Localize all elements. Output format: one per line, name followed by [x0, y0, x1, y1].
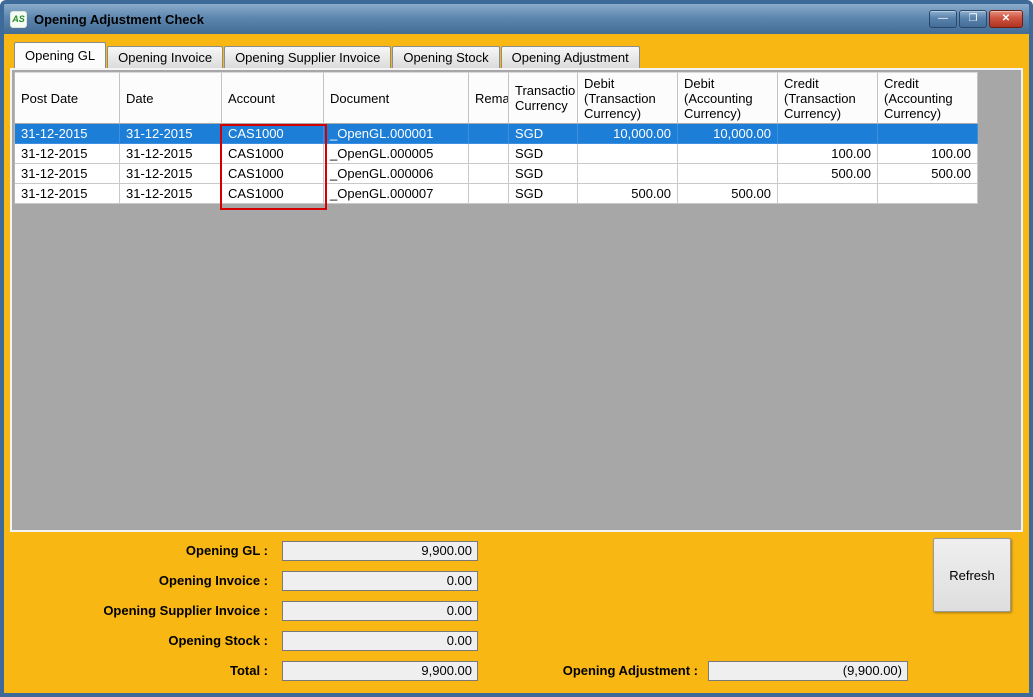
table-cell	[878, 124, 978, 144]
column-header[interactable]: Rema	[469, 72, 509, 124]
table-cell: 500.00	[878, 164, 978, 184]
maximize-icon[interactable]: ❐	[959, 10, 987, 28]
summary-label: Opening Supplier Invoice :	[103, 603, 268, 618]
table-cell	[678, 164, 778, 184]
data-grid: Post Date Date Account Document Rema Transact…	[14, 72, 978, 204]
summary-field[interactable]: 0.00	[282, 601, 478, 621]
table-cell: 10,000.00	[678, 124, 778, 144]
table-cell: CAS1000	[222, 184, 324, 204]
column-header[interactable]: Account	[222, 72, 324, 124]
table-row[interactable]: 31-12-2015 31-12-2015 CAS1000 _OpenGL.00000…	[15, 184, 978, 204]
app-window: AS Opening Adjustment Check — ❐ ✕ Openin…	[0, 0, 1033, 697]
column-header[interactable]: Date	[120, 72, 222, 124]
table-row[interactable]: 31-12-2015 31-12-2015 CAS1000 _OpenGL.00000…	[15, 164, 978, 184]
column-header[interactable]: Credit (Transaction Currency)	[778, 72, 878, 124]
table-cell: 500.00	[578, 184, 678, 204]
summary-field[interactable]: 0.00	[282, 631, 478, 651]
tab-opening-stock[interactable]: Opening Stock	[392, 46, 500, 68]
tab-opening-invoice[interactable]: Opening Invoice	[107, 46, 224, 68]
table-cell: 31-12-2015	[15, 164, 120, 184]
grid-body: 31-12-2015 31-12-2015 CAS1000 _OpenGL.00000…	[15, 124, 978, 204]
table-cell: 10,000.00	[578, 124, 678, 144]
summary-label: Opening Stock :	[168, 633, 268, 648]
table-cell	[778, 124, 878, 144]
table-cell: 100.00	[778, 144, 878, 164]
table-cell: 500.00	[778, 164, 878, 184]
opening-adjustment-field[interactable]: (9,900.00)	[708, 661, 908, 681]
table-cell: 31-12-2015	[120, 184, 222, 204]
table-cell	[778, 184, 878, 204]
column-header[interactable]: Credit (Accounting Currency)	[878, 72, 978, 124]
table-cell: 500.00	[678, 184, 778, 204]
table-cell: 31-12-2015	[120, 124, 222, 144]
summary-field[interactable]: 0.00	[282, 571, 478, 591]
tab-opening-gl[interactable]: Opening GL	[14, 42, 107, 68]
table-cell	[678, 144, 778, 164]
tab-opening-adjustment[interactable]: Opening Adjustment	[500, 46, 640, 68]
table-cell: SGD	[509, 184, 578, 204]
opening-adjustment-label: Opening Adjustment :	[562, 663, 698, 678]
titlebar[interactable]: AS Opening Adjustment Check — ❐ ✕	[4, 4, 1029, 34]
table-cell	[578, 164, 678, 184]
grid-header: Post Date Date Account Document Rema Transact…	[15, 72, 978, 124]
table-cell: 31-12-2015	[120, 144, 222, 164]
column-header[interactable]: Post Date	[15, 72, 120, 124]
table-cell: _OpenGL.000006	[324, 164, 469, 184]
table-cell: SGD	[509, 124, 578, 144]
table-cell	[469, 184, 509, 204]
window-controls: — ❐ ✕	[927, 10, 1023, 28]
refresh-button[interactable]: Refresh	[933, 538, 1011, 612]
table-cell	[469, 164, 509, 184]
table-cell: SGD	[509, 144, 578, 164]
table-cell	[469, 124, 509, 144]
column-header[interactable]: Debit (Transaction Currency)	[578, 72, 678, 124]
summary-section: Opening GL : 9,900.00 Opening Invoice : 0.0…	[4, 532, 1029, 691]
summary-field[interactable]: 9,900.00	[282, 541, 478, 561]
table-cell: 31-12-2015	[15, 124, 120, 144]
column-header[interactable]: Document	[324, 72, 469, 124]
close-icon[interactable]: ✕	[989, 10, 1023, 28]
table-cell	[469, 144, 509, 164]
table-cell	[578, 144, 678, 164]
table-cell: _OpenGL.000007	[324, 184, 469, 204]
summary-label: Opening Invoice :	[158, 573, 268, 588]
minimize-icon[interactable]: —	[929, 10, 957, 28]
table-cell: _OpenGL.000001	[324, 124, 469, 144]
column-header[interactable]: Transactio Currency	[509, 72, 578, 124]
table-row[interactable]: 31-12-2015 31-12-2015 CAS1000 _OpenGL.00000…	[15, 124, 978, 144]
tab-strip: Opening GL Opening Invoice Opening Supplie…	[14, 42, 1029, 68]
tab-opening-supplier-invoice[interactable]: Opening Supplier Invoice	[224, 46, 392, 68]
column-header[interactable]: Debit (Accounting Currency)	[678, 72, 778, 124]
table-cell: CAS1000	[222, 144, 324, 164]
table-cell: 100.00	[878, 144, 978, 164]
table-row[interactable]: 31-12-2015 31-12-2015 CAS1000 _OpenGL.00000…	[15, 144, 978, 164]
table-cell: 31-12-2015	[15, 144, 120, 164]
summary-label: Opening GL :	[185, 543, 268, 558]
table-cell: 31-12-2015	[120, 164, 222, 184]
table-panel: Post Date Date Account Document Rema Transact…	[10, 68, 1023, 532]
table-cell: CAS1000	[222, 124, 324, 144]
table-cell: 31-12-2015	[15, 184, 120, 204]
table-cell: SGD	[509, 164, 578, 184]
table-cell: CAS1000	[222, 164, 324, 184]
window-title: Opening Adjustment Check	[34, 11, 204, 27]
table-cell	[878, 184, 978, 204]
table-cell: _OpenGL.000005	[324, 144, 469, 164]
client-area: Opening GL Opening Invoice Opening Supplie…	[4, 42, 1029, 693]
summary-label: Total :	[229, 663, 268, 678]
app-logo-icon: AS	[10, 10, 27, 28]
